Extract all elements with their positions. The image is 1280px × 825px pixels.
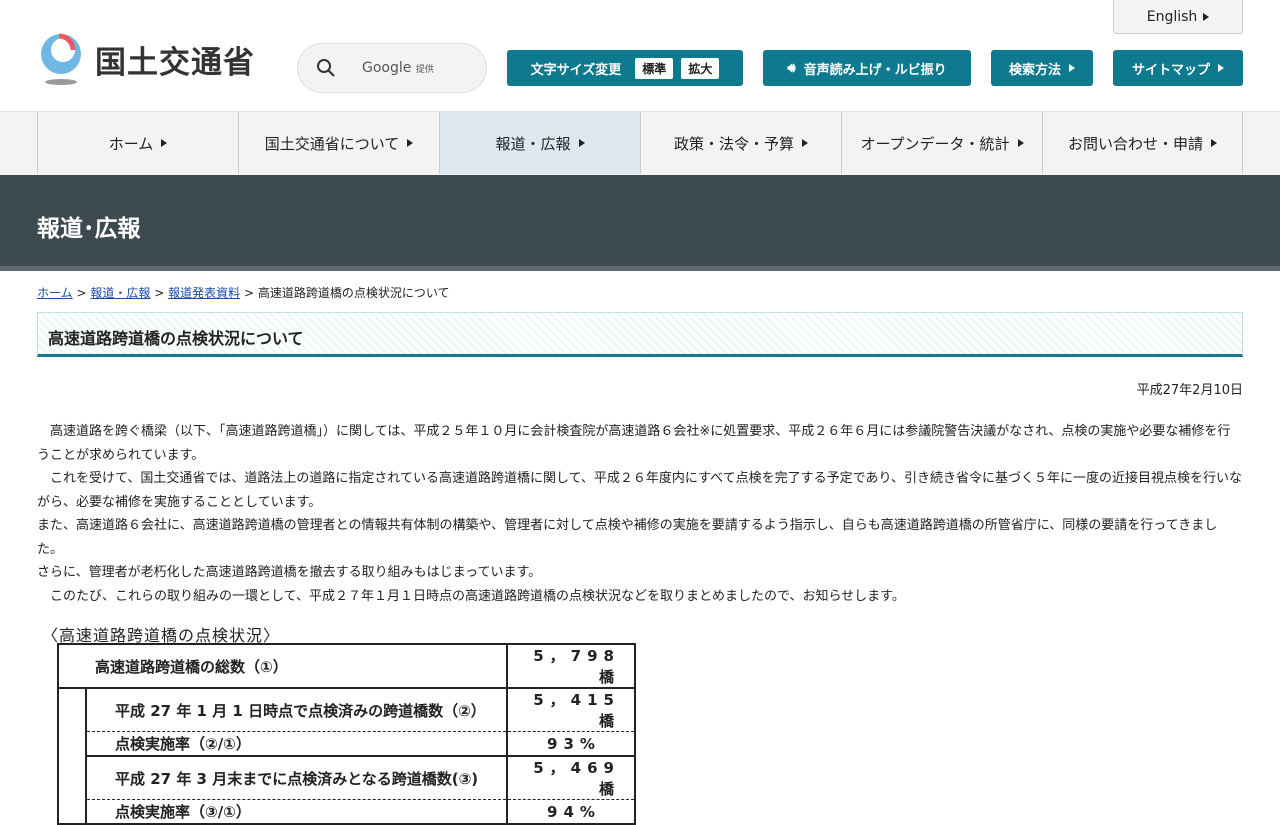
nav-about[interactable]: 国土交通省について: [238, 112, 439, 174]
section-title: 報道･広報: [37, 216, 141, 242]
english-link[interactable]: English: [1113, 0, 1243, 34]
breadcrumb-sep: >: [76, 286, 87, 300]
paragraph: これを受けて、国土交通省では、道路法上の道路に指定されている高速道路跨道橋に関し…: [37, 471, 1242, 510]
paragraph: また、高速道路６会社に、高速道路跨道橋の管理者との情報共有体制の構築や、管理者に…: [37, 518, 1218, 557]
row-value: 5，469橋: [506, 756, 635, 800]
speaker-icon: 🔊︎: [787, 60, 796, 76]
search-box[interactable]: Google 提供: [297, 43, 487, 93]
nav-press[interactable]: 報道・広報: [439, 112, 640, 174]
page-title: 高速道路跨道橋の点検状況について: [37, 312, 1243, 357]
arrow-icon: [1211, 139, 1217, 147]
sitemap-label: サイトマップ: [1131, 62, 1210, 78]
arrow-icon: [802, 139, 808, 147]
arrow-icon: [1017, 139, 1024, 147]
row-label: 平成 27 年 1 月 1 日時点で点検済みの跨道橋数（②）: [86, 688, 507, 732]
table-row: 点検実施率（③/①） 94%: [58, 799, 635, 824]
nav-label: オープンデータ・統計: [860, 134, 1010, 153]
search-provider-label: 提供: [415, 65, 434, 75]
nav-label: お問い合わせ・申請: [1067, 134, 1203, 153]
global-nav: ホーム 国土交通省について 報道・広報 政策・法令・予算 オープンデータ・統計 …: [0, 111, 1280, 175]
row-value: 93%: [506, 731, 635, 757]
breadcrumb-current: 高速道路跨道橋の点検状況について: [257, 286, 450, 300]
breadcrumb-press[interactable]: 報道・広報: [90, 286, 150, 300]
speech-label: 音声読み上げ・ルビ振り: [803, 62, 947, 78]
row-label: 点検実施率（②/①）: [86, 731, 507, 757]
nav-home[interactable]: ホーム: [37, 112, 238, 174]
article-body: 高速道路を跨ぐ橋梁（以下、「高速道路跨道橋」）に関しては、平成２５年１０月に会計…: [37, 420, 1243, 608]
breadcrumb-releases[interactable]: 報道発表資料: [168, 286, 240, 300]
font-size-control: 文字サイズ変更 標準 拡大: [507, 50, 743, 86]
arrow-icon: [1203, 12, 1210, 21]
table-row: 平成 27 年 3 月末までに点検済みとなる跨道橋数(③) 5，469橋: [58, 756, 635, 800]
arrow-icon: [1218, 64, 1224, 72]
section-banner: 報道･広報: [0, 175, 1280, 271]
font-standard-button[interactable]: 標準: [635, 57, 674, 79]
arrow-icon: [161, 139, 168, 147]
nav-label: ホーム: [108, 134, 154, 153]
mlit-logo-icon: [41, 33, 81, 85]
row-value: 5，798橋: [506, 644, 635, 689]
paragraph: さらに、管理者が老朽化した高速道路跨道橋を撤去する取り組みもはじまっています。: [37, 565, 542, 580]
arrow-icon: [578, 139, 585, 147]
paragraph: 高速道路を跨ぐ橋梁（以下、「高速道路跨道橋」）に関しては、平成２５年１０月に会計…: [37, 424, 1231, 463]
table-row: 平成 27 年 1 月 1 日時点で点検済みの跨道橋数（②） 5，415橋: [58, 688, 635, 824]
row-value: 94%: [506, 799, 635, 824]
search-method-label: 検索方法: [1008, 62, 1061, 78]
paragraph: このたび、これらの取り組みの一環として、平成２７年１月１日時点の高速道路跨道橋の…: [37, 588, 905, 604]
font-size-label: 文字サイズ変更: [530, 62, 622, 78]
nav-policy[interactable]: 政策・法令・予算: [640, 112, 841, 174]
search-google-label: Google: [362, 60, 412, 76]
breadcrumb-sep: >: [154, 286, 165, 300]
nav-contact[interactable]: お問い合わせ・申請: [1042, 112, 1243, 174]
breadcrumb-sep: >: [243, 286, 254, 300]
logo[interactable]: 国土交通省: [37, 32, 255, 86]
nav-label: 報道・広報: [495, 134, 571, 153]
publish-date: 平成27年2月10日: [1136, 383, 1243, 398]
nav-label: 政策・法令・予算: [673, 134, 794, 153]
search-method-button[interactable]: 検索方法: [991, 50, 1093, 86]
speech-button[interactable]: 🔊︎ 音声読み上げ・ルビ振り: [763, 50, 971, 86]
inspection-table: 高速道路跨道橋の総数（①） 5，798橋 平成 27 年 1 月 1 日時点で点検…: [57, 643, 636, 825]
arrow-icon: [1069, 64, 1075, 72]
sitemap-button[interactable]: サイトマップ: [1113, 50, 1243, 86]
arrow-icon: [407, 139, 414, 147]
english-label: English: [1146, 8, 1198, 25]
row-value: 5，415橋: [506, 688, 635, 732]
row-label: 高速道路跨道橋の総数（①）: [58, 644, 507, 689]
table-row: 点検実施率（②/①） 93%: [58, 731, 635, 757]
logo-text: 国土交通省: [95, 44, 255, 81]
search-icon[interactable]: [316, 58, 336, 78]
row-label: 平成 27 年 3 月末までに点検済みとなる跨道橋数(③): [86, 756, 507, 800]
table-row: 高速道路跨道橋の総数（①） 5，798橋: [58, 644, 635, 689]
row-label: 点検実施率（③/①）: [115, 803, 251, 821]
font-large-button[interactable]: 拡大: [681, 57, 720, 79]
breadcrumb: ホーム > 報道・広報 > 報道発表資料 > 高速道路跨道橋の点検状況について: [37, 284, 449, 301]
nav-label: 国土交通省について: [264, 134, 400, 153]
nav-opendata[interactable]: オープンデータ・統計: [841, 112, 1042, 174]
breadcrumb-home[interactable]: ホーム: [37, 286, 73, 300]
